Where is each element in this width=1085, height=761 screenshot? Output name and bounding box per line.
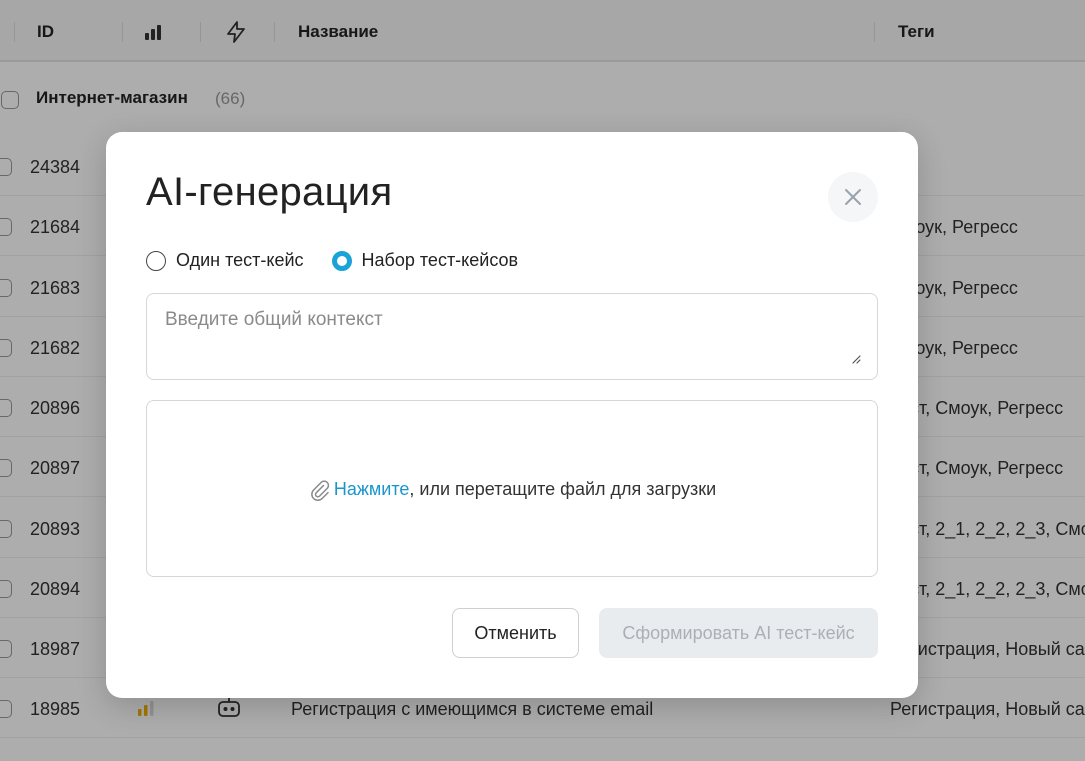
close-icon[interactable] bbox=[843, 187, 863, 207]
paperclip-icon bbox=[311, 479, 330, 501]
upload-link[interactable]: Нажмите bbox=[334, 479, 410, 500]
context-textarea[interactable] bbox=[147, 294, 877, 379]
radio-label[interactable]: Один тест-кейс bbox=[176, 250, 304, 271]
upload-hint-text: , или перетащите файл для загрузки bbox=[409, 479, 717, 499]
context-field[interactable] bbox=[146, 293, 878, 380]
close-button[interactable] bbox=[828, 172, 878, 222]
radio-button-unchecked[interactable] bbox=[146, 250, 166, 271]
cancel-button[interactable]: Отменить bbox=[452, 608, 579, 658]
generate-ai-test-case-button[interactable]: Сформировать AI тест-кейс bbox=[599, 608, 878, 658]
upload-prompt[interactable]: Нажмите, или перетащите файл для загрузк… bbox=[308, 478, 716, 502]
radio-single-test-case[interactable]: Один тест-кейс bbox=[146, 250, 304, 271]
radio-test-case-set[interactable]: Набор тест-кейсов bbox=[331, 250, 519, 271]
dialog-title: AI-генерация bbox=[146, 170, 393, 214]
generation-mode-radio-group: Один тест-кейс Набор тест-кейсов bbox=[146, 250, 546, 271]
radio-label[interactable]: Набор тест-кейсов bbox=[362, 250, 519, 271]
ai-generation-dialog: AI-генерация Один тест-кейс Набор тест-к… bbox=[106, 132, 918, 698]
file-upload-dropzone[interactable]: Нажмите, или перетащите файл для загрузк… bbox=[146, 400, 878, 577]
resize-handle-icon[interactable] bbox=[851, 354, 861, 364]
radio-button-checked[interactable] bbox=[331, 250, 352, 271]
